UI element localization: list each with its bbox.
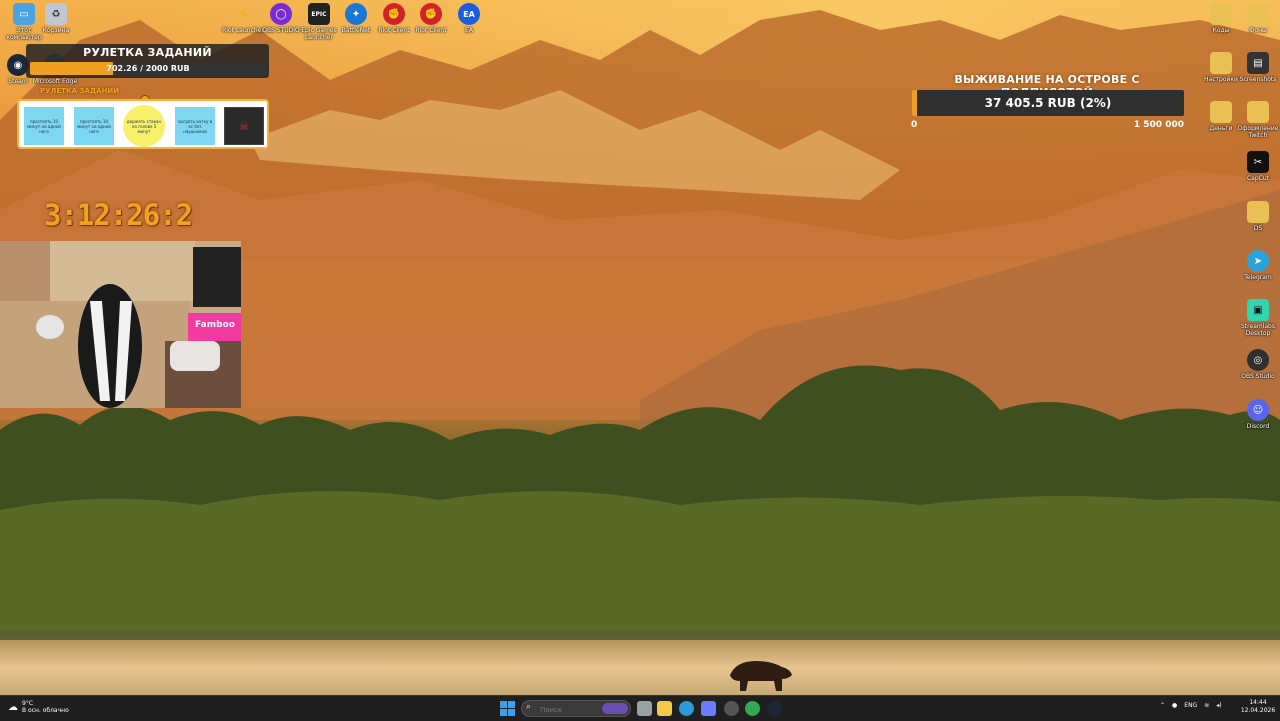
weather-desc: В осн. облачно bbox=[22, 707, 69, 714]
riot-client-2-icon: ✊ bbox=[420, 3, 442, 25]
desktop-icon-telegram[interactable]: ➤ Telegram bbox=[1234, 250, 1280, 281]
roulette-value: 702.26 / 2000 RUB bbox=[106, 64, 190, 73]
folder-icon bbox=[1210, 101, 1232, 123]
clock-date: 12.04.2026 bbox=[1240, 707, 1276, 714]
desktop-icon-folder-ds[interactable]: DS bbox=[1234, 201, 1280, 232]
task-roulette-widget: РУЛЕТКА ЗАДАНИЙ 702.26 / 2000 RUB bbox=[26, 44, 269, 78]
roulette-title: РУЛЕТКА ЗАДАНИЙ bbox=[83, 46, 212, 59]
roulette-card-strip: простоять 10 минут на одной ноге простоя… bbox=[17, 99, 269, 149]
desktop-icon-streamlabs[interactable]: ▣ Streamlabs Desktop bbox=[1234, 299, 1280, 337]
discord-icon: ☺ bbox=[1247, 399, 1269, 421]
windows-start-icon[interactable] bbox=[500, 701, 515, 716]
capcut-icon: ✂ bbox=[1247, 151, 1269, 173]
taskbar-clock[interactable]: 14:44 12.04.2026 bbox=[1240, 699, 1276, 715]
folder-icon bbox=[1210, 3, 1232, 25]
system-tray: ⌃ ● ENG ≋ ◂) bbox=[1160, 702, 1222, 709]
chrome-icon[interactable] bbox=[745, 701, 760, 716]
riot-client-icon: ✊ bbox=[383, 3, 405, 25]
task-card: простоять 10 минут на одной ноге bbox=[24, 107, 64, 145]
epic-games-icon: EPIC bbox=[308, 3, 330, 25]
search-input[interactable] bbox=[538, 702, 602, 717]
volume-icon[interactable]: ◂) bbox=[1216, 702, 1221, 709]
task-card: простоять 10 минут на одной ноге bbox=[74, 107, 114, 145]
obs-icon: ◎ bbox=[1247, 349, 1269, 371]
search-highlight-icon bbox=[602, 703, 628, 714]
ea-icon: EA bbox=[458, 3, 480, 25]
desktop-icon-recycle-bin[interactable]: ♻ Корзина bbox=[32, 3, 80, 34]
task-view-icon[interactable] bbox=[637, 701, 652, 716]
desktop-icon-ea[interactable]: EA EA bbox=[445, 3, 493, 34]
taskbar-search[interactable]: ⌕ bbox=[521, 700, 631, 717]
goal-max-label: 1 500 000 bbox=[1133, 120, 1184, 130]
stream-timer: 3:12:26:2 bbox=[44, 198, 193, 232]
search-icon: ⌕ bbox=[526, 702, 532, 712]
battlenet-icon: ✦ bbox=[345, 3, 367, 25]
telegram-icon: ➤ bbox=[1247, 250, 1269, 272]
wifi-icon[interactable]: ≋ bbox=[1204, 702, 1209, 709]
task-card-selected: держать стакан на голове 5 минут bbox=[123, 105, 165, 147]
desktop-icon-capcut[interactable]: ✂ CapCut bbox=[1234, 151, 1280, 182]
weather-temp: 9°C bbox=[22, 700, 34, 707]
roulette-progress-bar: 702.26 / 2000 RUB bbox=[30, 62, 266, 75]
desktop-icon-obs-studio[interactable]: ◎ OBS Studio bbox=[1234, 349, 1280, 380]
webcam-feed: Famboo bbox=[0, 241, 241, 408]
microphone-icon[interactable]: ● bbox=[1172, 702, 1177, 709]
folder-icon bbox=[1210, 52, 1232, 74]
folder-icon bbox=[1247, 201, 1269, 223]
desktop-icon-discord[interactable]: ☺ Discord bbox=[1234, 399, 1280, 430]
clock-time: 14:44 bbox=[1249, 699, 1267, 706]
goal-value: 37 405.5 RUB (2%) bbox=[984, 96, 1112, 110]
weather-widget[interactable]: ☁ 9°C В осн. облачно bbox=[8, 700, 69, 714]
roulette-subtitle: РУЛЕТКА ЗАДАНИЙ bbox=[40, 87, 120, 95]
riot-launcher-icon: ⚡ bbox=[237, 4, 249, 24]
language-indicator[interactable]: ENG bbox=[1184, 702, 1197, 709]
desktop-icon-folder-twitch[interactable]: Оформление Twitch bbox=[1234, 101, 1280, 139]
webcam-sign: Famboo bbox=[195, 320, 235, 330]
screenshots-icon: ▤ bbox=[1247, 52, 1269, 74]
taskbar: ☁ 9°C В осн. облачно ⌕ ⌃ ● ENG ≋ ◂) 14:4… bbox=[0, 695, 1280, 721]
task-card-skull: ☠ bbox=[224, 107, 264, 145]
task-card: сыграть катку в кс без наушников bbox=[175, 107, 215, 145]
store-icon[interactable] bbox=[701, 701, 716, 716]
goal-min-label: 0 bbox=[911, 120, 918, 130]
file-explorer-icon[interactable] bbox=[657, 701, 672, 716]
recycle-bin-icon: ♻ bbox=[45, 3, 67, 25]
weather-cloud-icon: ☁ bbox=[8, 701, 18, 713]
folder-icon bbox=[1247, 3, 1269, 25]
desktop-icon-folder-backgrounds[interactable]: Фоны bbox=[1234, 3, 1280, 34]
bear-silhouette bbox=[730, 661, 792, 691]
goal-progress-bar: 37 405.5 RUB (2%) bbox=[912, 90, 1184, 116]
streamlabs-icon: ▣ bbox=[1247, 299, 1269, 321]
obs-icon[interactable] bbox=[724, 701, 739, 716]
river-water bbox=[0, 640, 1280, 695]
edge-icon[interactable] bbox=[679, 701, 694, 716]
steam-icon[interactable] bbox=[767, 701, 782, 716]
folder-icon bbox=[1247, 101, 1269, 123]
tray-chevron-up-icon[interactable]: ⌃ bbox=[1160, 702, 1165, 709]
obs-circle-icon: ◯ bbox=[270, 3, 292, 25]
desktop-icon-screenshots[interactable]: ▤ Screenshots bbox=[1234, 52, 1280, 83]
